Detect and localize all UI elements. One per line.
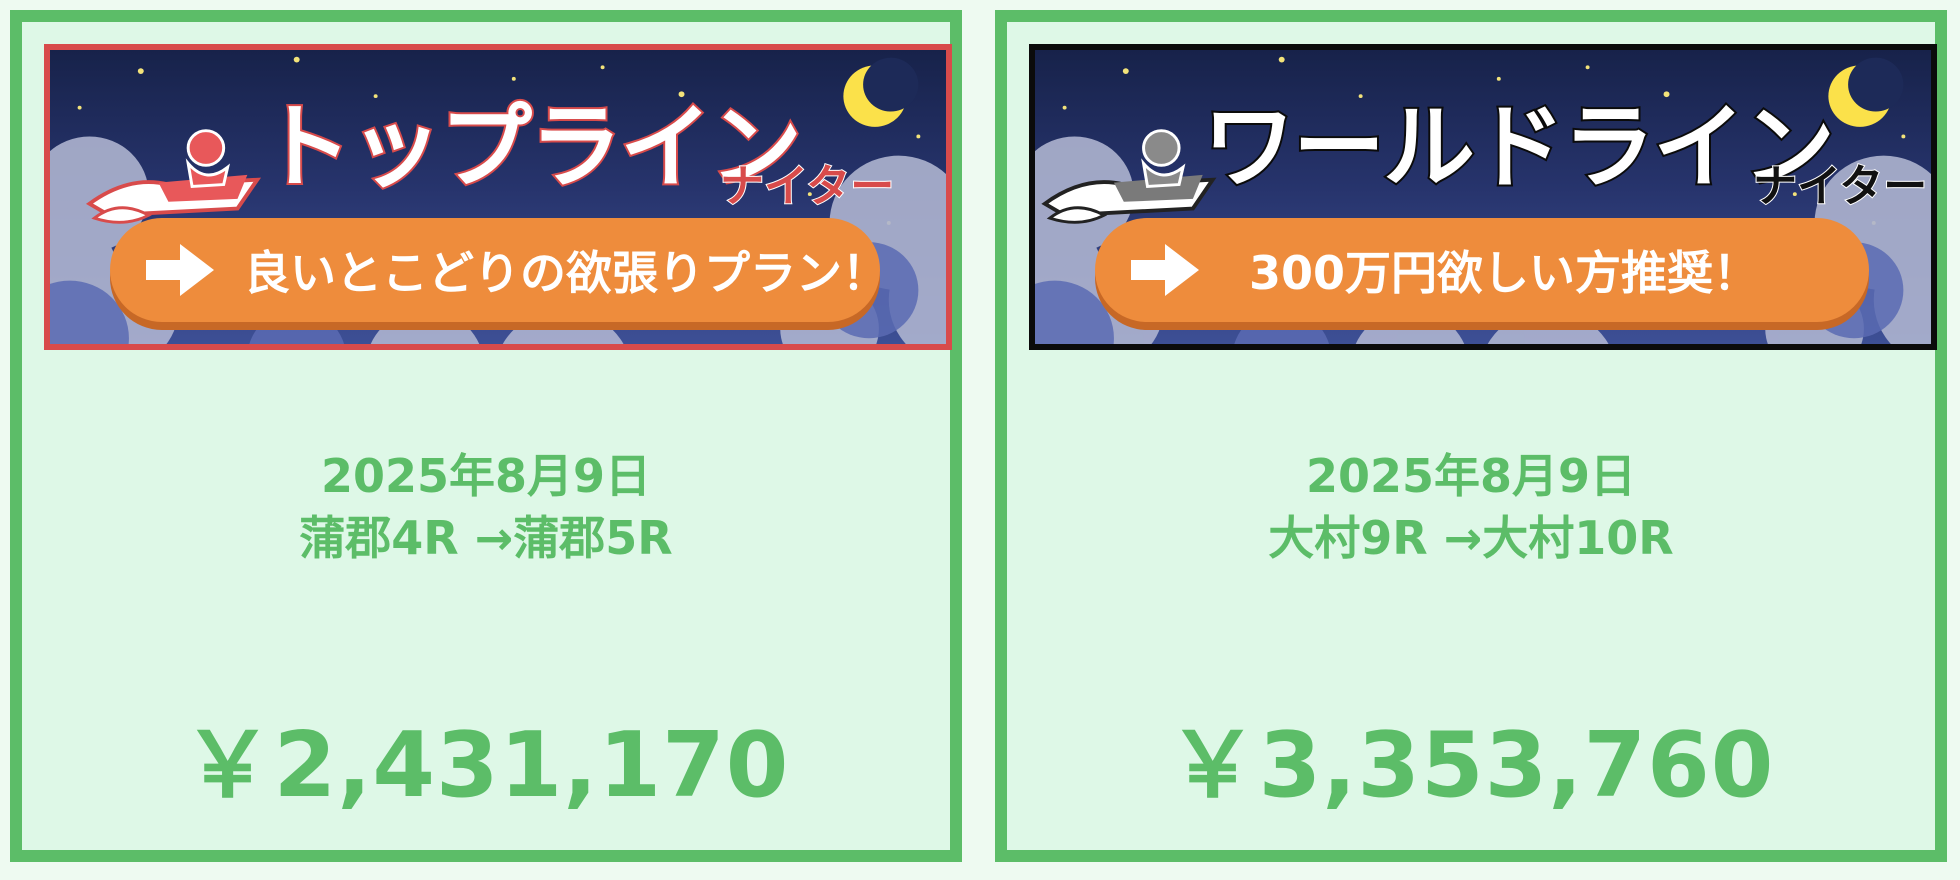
race-date: 2025年8月9日 bbox=[320, 449, 652, 503]
topline-banner[interactable]: トップライン ナイター 良いとこどりの欲張りプラン！ bbox=[44, 44, 952, 350]
cta-label: 良いとこどりの欲張りプラン！ bbox=[244, 246, 888, 300]
result-card-worldline: ワールドライン ナイター 300万円欲しい方推奨！ 2025年8月9日 大村9R… bbox=[995, 10, 1947, 862]
banner-subtitle: ナイター bbox=[1752, 160, 1928, 213]
results-grid: トップライン ナイター 良いとこどりの欲張りプラン！ 2025年8月9日 蒲郡4… bbox=[0, 0, 1960, 880]
plan-cta-button[interactable]: 良いとこどりの欲張りプラン！ bbox=[110, 218, 888, 322]
right-arrow-icon bbox=[1131, 244, 1199, 296]
crescent-moon-icon bbox=[843, 57, 919, 127]
cta-label: 300万円欲しい方推奨！ bbox=[1249, 246, 1760, 300]
crescent-moon-icon bbox=[1828, 57, 1904, 127]
banner-subtitle: ナイター bbox=[719, 160, 895, 213]
banner-title: ワールドライン bbox=[1201, 94, 1837, 201]
payout-amount: ￥3,353,760 bbox=[1167, 713, 1775, 818]
payout-amount: ￥2,431,170 bbox=[182, 713, 790, 818]
banner-title: トップライン bbox=[258, 94, 804, 201]
result-card-topline: トップライン ナイター 良いとこどりの欲張りプラン！ 2025年8月9日 蒲郡4… bbox=[10, 10, 962, 862]
race-route: 蒲郡4R →蒲郡5R bbox=[299, 511, 673, 565]
worldline-banner[interactable]: ワールドライン ナイター 300万円欲しい方推奨！ bbox=[1029, 44, 1937, 350]
race-route: 大村9R →大村10R bbox=[1268, 511, 1674, 565]
plan-cta-button[interactable]: 300万円欲しい方推奨！ bbox=[1095, 218, 1869, 322]
right-arrow-icon bbox=[146, 244, 214, 296]
race-date: 2025年8月9日 bbox=[1305, 449, 1637, 503]
